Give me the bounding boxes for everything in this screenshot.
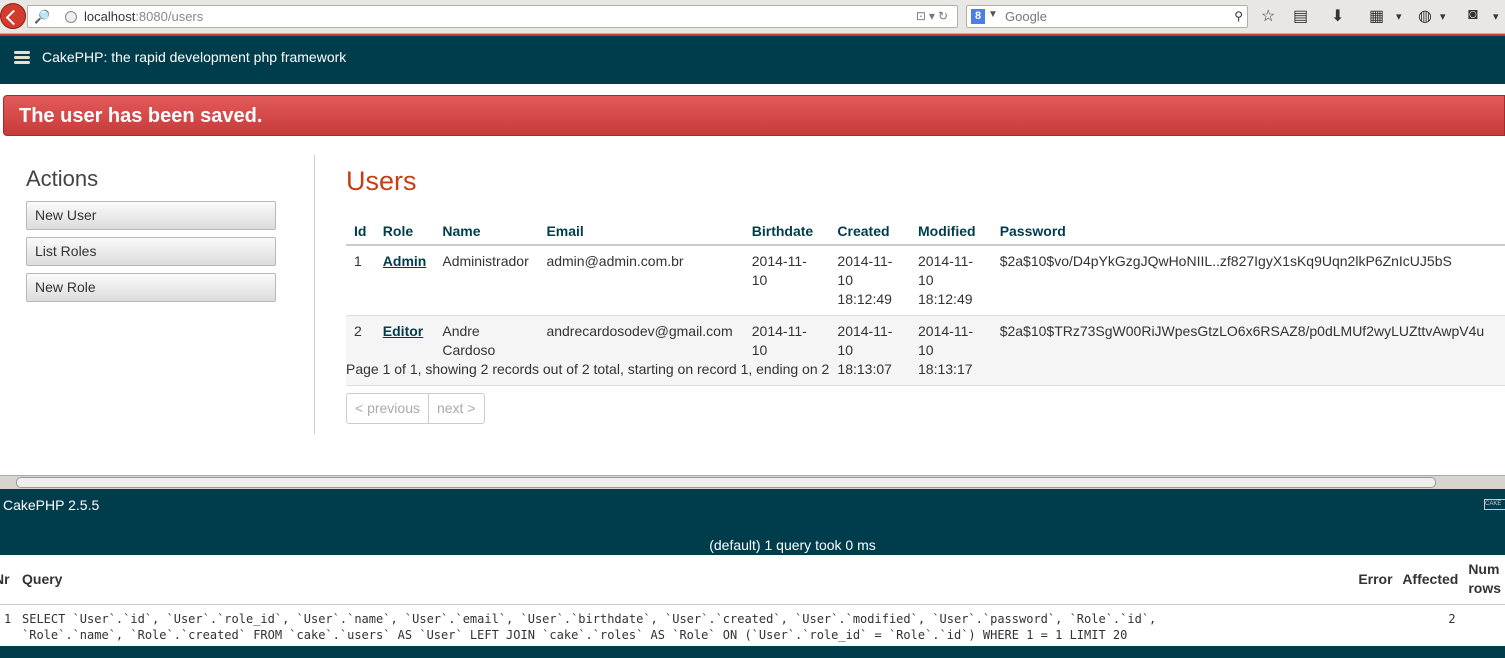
column-header-birthdate[interactable]: Birthdate [743, 217, 830, 246]
extension-icon[interactable]: ▦ [1369, 6, 1384, 26]
url-text: localhost:8080/users [84, 9, 203, 24]
key-icon: 🔎 [34, 9, 51, 24]
cell-name: Administrador [434, 245, 539, 316]
actions-heading: Actions [26, 166, 99, 191]
sql-header-num-rows: Num rows [1464, 555, 1505, 605]
page-title: Users [346, 166, 417, 196]
column-header-email[interactable]: Email [538, 217, 744, 246]
scrollbar-thumb[interactable] [16, 477, 1436, 488]
reload-icon[interactable]: ⊡▾↻ [916, 9, 951, 23]
sql-header-error: Error [1354, 555, 1399, 605]
sql-header-nr: Nr [0, 555, 18, 605]
address-bar[interactable]: 🔎 localhost:8080/users ⊡▾↻ [27, 5, 958, 28]
sql-header-affected: Affected [1398, 555, 1465, 605]
new-user-button[interactable]: New User [26, 201, 276, 230]
bottom-bar [0, 646, 1505, 658]
role-link[interactable]: Editor [383, 323, 423, 339]
back-button[interactable] [0, 3, 26, 29]
sql-log-caption: (default) 1 query took 0 ms [709, 537, 876, 553]
cell-modified: 2014-11-10 18:12:49 [910, 245, 992, 316]
google-icon[interactable]: 8 [971, 9, 985, 24]
url-host: localhost [84, 9, 136, 24]
reader-icon[interactable]: ▤ [1293, 6, 1308, 26]
cell-modified: 2014-11-10 18:13:17 [910, 315, 992, 386]
new-role-button[interactable]: New Role [26, 273, 276, 302]
sql-cell-query: SELECT `User`.`id`, `User`.`role_id`, `U… [18, 604, 1354, 646]
next-button[interactable]: next > [427, 394, 484, 423]
sql-log-table: Nr Query Error Affected Num rows 1 SELEC… [0, 555, 1505, 646]
sql-row: 1 SELECT `User`.`id`, `User`.`role_id`, … [0, 604, 1505, 646]
cake-logo-icon [14, 51, 30, 65]
list-roles-button[interactable]: List Roles [26, 237, 276, 266]
cell-password: $2a$10$vo/D4pYkGzgJQwHoNIIL..zf827IgyX1s… [991, 245, 1505, 316]
users-section: Users [346, 166, 417, 197]
cell-id: 1 [346, 245, 375, 316]
app-footer: CakePHP 2.5.5 CAKE (default) 1 query too… [0, 489, 1505, 555]
search-placeholder: Google [1005, 9, 1047, 24]
column-header-role[interactable]: Role [374, 217, 435, 246]
column-header-password[interactable]: Password [991, 217, 1505, 246]
cell-email: admin@admin.com.br [538, 245, 744, 316]
star-icon[interactable]: ☆ [1261, 6, 1275, 26]
table-row: 1 Admin Administrador admin@admin.com.br… [346, 245, 1505, 316]
column-header-created[interactable]: Created [829, 217, 911, 246]
flash-text: The user has been saved. [19, 105, 263, 127]
cell-password: $2a$10$TRz73SgW00RiJWpesGtzLO6x6RSAZ8/p0… [991, 315, 1505, 386]
globe-icon [65, 11, 77, 23]
role-link[interactable]: Admin [383, 253, 427, 269]
header-title[interactable]: CakePHP: the rapid development php frame… [42, 49, 346, 65]
sql-header-row: Nr Query Error Affected Num rows [0, 555, 1505, 605]
sql-header-query: Query [18, 555, 1355, 605]
app-header: CakePHP: the rapid development php frame… [0, 36, 1505, 84]
browser-toolbar: 🔎 localhost:8080/users ⊡▾↻ 8 ▼ Google ⚲ … [0, 0, 1505, 34]
search-bar[interactable]: 8 ▼ Google ⚲ [966, 5, 1248, 28]
download-icon[interactable]: ⬇ [1331, 6, 1344, 26]
chevron-down-icon[interactable]: ▾ [1396, 10, 1402, 23]
column-header-name[interactable]: Name [434, 217, 539, 246]
sql-cell-nr: 1 [4, 611, 12, 626]
paging-summary: Page 1 of 1, showing 2 records out of 2 … [346, 361, 830, 377]
cell-birthdate: 2014-11-10 [743, 245, 830, 316]
binoculars-icon[interactable]: ⚲ [1234, 9, 1243, 23]
column-header-id[interactable]: Id [346, 217, 375, 246]
cell-role: Admin [374, 245, 435, 316]
actions-sidebar: Actions New User List Roles New Role [26, 166, 276, 309]
chevron-down-icon[interactable]: ▾ [1493, 10, 1499, 23]
sql-cell-affected: 2 [1448, 611, 1456, 626]
framework-version: CakePHP 2.5.5 [3, 497, 100, 513]
sql-cell-error [1354, 604, 1398, 646]
pocket-icon[interactable]: ◙ [1468, 6, 1478, 24]
horizontal-scrollbar[interactable] [0, 475, 1505, 489]
powered-by-badge[interactable]: CAKE [1484, 499, 1505, 510]
table-header-row: Id Role Name Email Birthdate Created Mod… [346, 217, 1505, 246]
flash-message: The user has been saved. [3, 95, 1505, 136]
pagination: < previous next > [346, 393, 485, 424]
column-header-modified[interactable]: Modified [910, 217, 992, 246]
sidebar-divider [314, 155, 315, 434]
url-port: :8080 [135, 9, 168, 24]
cell-created: 2014-11-10 18:12:49 [829, 245, 911, 316]
cell-created: 2014-11-10 18:13:07 [829, 315, 911, 386]
chevron-down-icon[interactable]: ▾ [1440, 10, 1446, 23]
addon-icon[interactable]: ◍ [1418, 6, 1432, 26]
sql-query-line: `Role`.`name`, `Role`.`created` FROM `ca… [22, 627, 1128, 642]
chevron-down-icon[interactable]: ▼ [988, 9, 998, 20]
sql-cell-num-rows [1464, 604, 1505, 646]
sql-query-line: SELECT `User`.`id`, `User`.`role_id`, `U… [22, 611, 1157, 626]
url-path: /users [167, 9, 204, 24]
previous-button[interactable]: < previous [347, 394, 428, 423]
